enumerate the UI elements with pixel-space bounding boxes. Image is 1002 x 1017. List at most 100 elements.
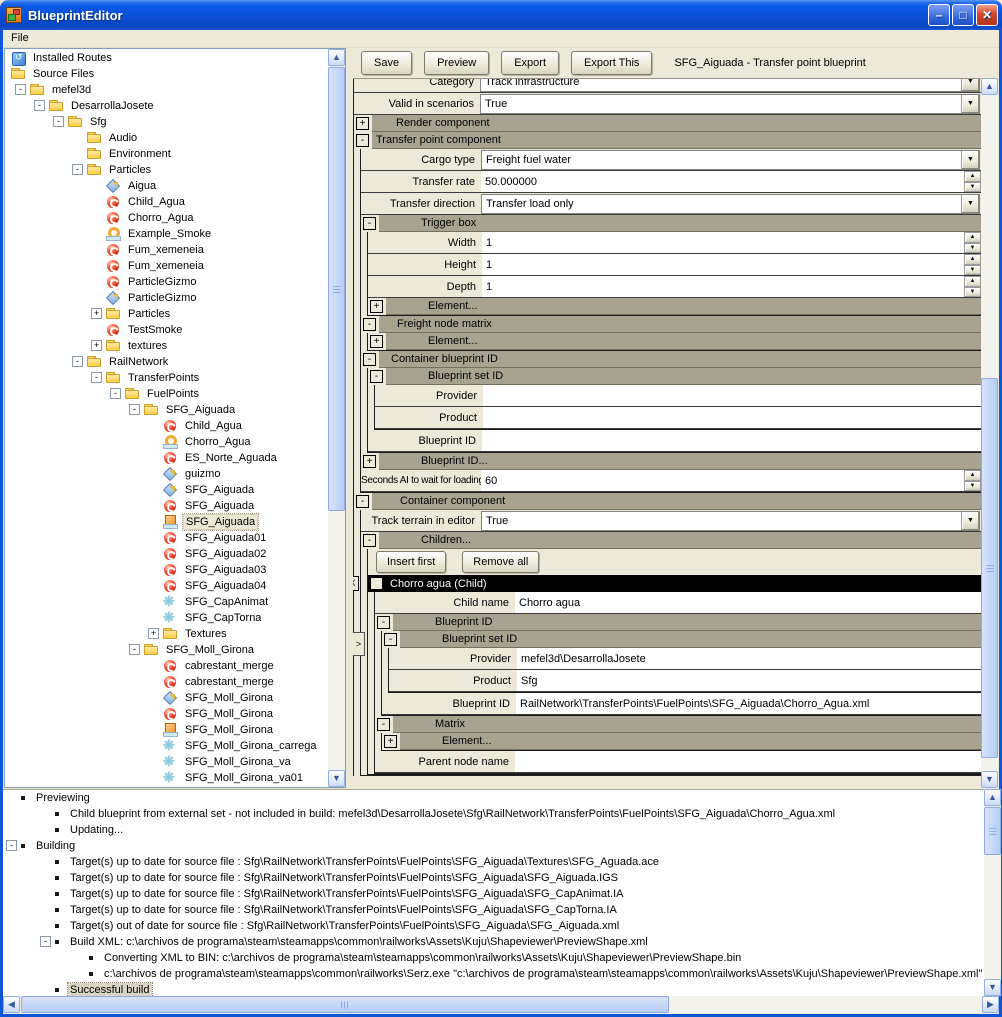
chevron-down-icon[interactable]: ▼ — [961, 512, 979, 530]
spin-down-icon[interactable]: ▼ — [964, 182, 981, 193]
child-name-field[interactable]: Chorro agua — [515, 592, 981, 613]
chevron-down-icon[interactable]: ▼ — [961, 151, 979, 169]
tree-item[interactable]: Fum_xemeneia — [6, 242, 327, 258]
expand-button[interactable]: + — [370, 335, 383, 348]
tree-item[interactable]: cabrestant_merge — [6, 674, 327, 690]
spin-up-icon[interactable]: ▲ — [964, 470, 981, 481]
expander-icon[interactable]: - — [72, 356, 83, 367]
tree-item[interactable]: - SFG_Moll_Girona — [6, 642, 327, 658]
tree-item[interactable]: Child_Agua — [6, 418, 327, 434]
parent-node-name-field[interactable] — [515, 751, 981, 772]
tree-item[interactable]: SFG_Moll_Girona_va01 — [6, 770, 327, 786]
expander-icon[interactable]: + — [91, 308, 102, 319]
tree-item[interactable]: guizmo — [6, 466, 327, 482]
log-item[interactable]: Target(s) out of date for source file : … — [3, 918, 984, 934]
tree-item[interactable]: Fum_xemeneia — [6, 258, 327, 274]
expander-icon[interactable]: + — [148, 628, 159, 639]
collapse-button[interactable]: - — [370, 370, 383, 383]
spinner[interactable]: ▲▼ — [964, 254, 981, 275]
expand-button[interactable]: + — [356, 117, 369, 130]
log-item[interactable]: Target(s) up to date for source file : S… — [3, 854, 984, 870]
track-terrain-dropdown[interactable]: True ▼ — [481, 511, 980, 531]
spin-down-icon[interactable]: ▼ — [964, 481, 981, 492]
log-item[interactable]: Updating... — [3, 822, 984, 838]
tree-item[interactable]: - RailNetwork — [6, 354, 327, 370]
log-item[interactable]: Successful build — [3, 982, 984, 997]
collapse-button[interactable]: - — [370, 577, 383, 590]
collapse-button[interactable]: - — [363, 318, 376, 331]
tree-item[interactable]: Environment — [6, 146, 327, 162]
cargo-type-dropdown[interactable]: Freight fuel water ▼ — [481, 150, 980, 170]
expander-icon[interactable]: - — [15, 84, 26, 95]
chevron-down-icon[interactable]: ▼ — [961, 195, 979, 213]
insert-first-button[interactable]: Insert first — [376, 551, 446, 573]
tree-item[interactable]: SFG_Aiguada — [6, 514, 327, 530]
collapse-button[interactable]: - — [377, 616, 390, 629]
menu-file[interactable]: File — [3, 30, 37, 46]
spinner[interactable]: ▲▼ — [964, 232, 981, 253]
tree-item[interactable]: TestSmoke — [6, 322, 327, 338]
tree-item[interactable]: ES_Norte_Aguada — [6, 450, 327, 466]
export-this-button[interactable]: Export This — [571, 51, 652, 75]
tree-item[interactable]: SFG_Aiguada — [6, 482, 327, 498]
tree-item[interactable]: Example_Smoke — [6, 226, 327, 242]
tree-scrollbar[interactable]: ▲ ▼ — [328, 49, 345, 787]
expand-button[interactable]: + — [370, 300, 383, 313]
scroll-down-icon[interactable]: ▼ — [981, 771, 998, 788]
preview-button[interactable]: Preview — [424, 51, 489, 75]
expander-icon[interactable]: - — [34, 100, 45, 111]
tree-item[interactable]: - TransferPoints — [6, 370, 327, 386]
log-item[interactable]: c:\archivos de programa\steam\steamapps\… — [3, 966, 984, 982]
child-item-header[interactable]: X - Chorro agua (Child) — [368, 575, 981, 592]
scroll-right-icon[interactable]: ▶ — [982, 996, 999, 1013]
valid-in-scenarios-dropdown[interactable]: True ▼ — [480, 94, 980, 114]
expander-icon[interactable]: - — [110, 388, 121, 399]
editor-scrollbar[interactable]: ▲ ▼ — [981, 78, 998, 788]
seconds-ai-field[interactable]: 60 ▲▼ — [481, 470, 981, 491]
log-item[interactable]: Previewing — [3, 790, 984, 806]
scroll-down-icon[interactable]: ▼ — [328, 770, 345, 787]
log-scrollbar-vertical[interactable]: ▲ ▼ — [984, 789, 1001, 996]
spin-up-icon[interactable]: ▲ — [964, 254, 981, 265]
tree-item[interactable]: SFG_Moll_Girona — [6, 722, 327, 738]
collapse-button[interactable]: - — [377, 718, 390, 731]
tree-item[interactable]: Source Files — [6, 66, 327, 82]
collapse-button[interactable]: - — [356, 495, 369, 508]
save-button[interactable]: Save — [361, 51, 412, 75]
expander-icon[interactable]: - — [91, 372, 102, 383]
minimize-button[interactable]: – — [928, 4, 950, 26]
tree-item[interactable]: SFG_CapTorna — [6, 610, 327, 626]
chevron-down-icon[interactable]: ▼ — [961, 95, 979, 113]
provider-field[interactable] — [483, 385, 981, 406]
tree-item[interactable]: SFG_Moll_Girona_carrega — [6, 738, 327, 754]
scroll-up-icon[interactable]: ▲ — [981, 78, 998, 95]
scroll-left-icon[interactable]: ◀ — [3, 996, 20, 1013]
export-button[interactable]: Export — [501, 51, 559, 75]
depth-field[interactable]: 1 ▲▼ — [482, 276, 981, 297]
tree-item[interactable]: ParticleGizmo — [6, 290, 327, 306]
collapse-button[interactable]: - — [363, 353, 376, 366]
log-item[interactable]: Target(s) up to date for source file : S… — [3, 886, 984, 902]
editor-scrollbar-thumb[interactable] — [981, 378, 998, 758]
transfer-direction-dropdown[interactable]: Transfer load only ▼ — [481, 194, 980, 214]
log-scrollbar-thumb[interactable] — [984, 807, 1001, 855]
log-item[interactable]: Child blueprint from external set - not … — [3, 806, 984, 822]
tree-item[interactable]: + Particles — [6, 306, 327, 322]
expander-icon[interactable]: - — [129, 404, 140, 415]
spinner[interactable]: ▲▼ — [964, 171, 981, 192]
spin-down-icon[interactable]: ▼ — [964, 243, 981, 254]
tree-item[interactable]: SFG_CapAnimat — [6, 594, 327, 610]
expander-icon[interactable]: - — [6, 840, 17, 851]
tree-item[interactable]: Audio — [6, 130, 327, 146]
tree-item[interactable]: SFG_Moll_Girona — [6, 690, 327, 706]
tree-item[interactable]: SFG_Aiguada02 — [6, 546, 327, 562]
log-item[interactable]: - Build XML: c:\archivos de programa\ste… — [3, 934, 984, 950]
tree-item[interactable]: - mefel3d — [6, 82, 327, 98]
chevron-down-icon[interactable]: ▼ — [961, 78, 979, 91]
expand-button[interactable]: + — [363, 455, 376, 468]
expander-icon[interactable]: - — [72, 164, 83, 175]
tree-item[interactable]: SFG_Aiguada03 — [6, 562, 327, 578]
expander-icon[interactable]: - — [53, 116, 64, 127]
log-scrollbar-horizontal[interactable]: ◀ ▶ — [3, 996, 999, 1013]
tree-item[interactable]: ParticleGizmo — [6, 274, 327, 290]
